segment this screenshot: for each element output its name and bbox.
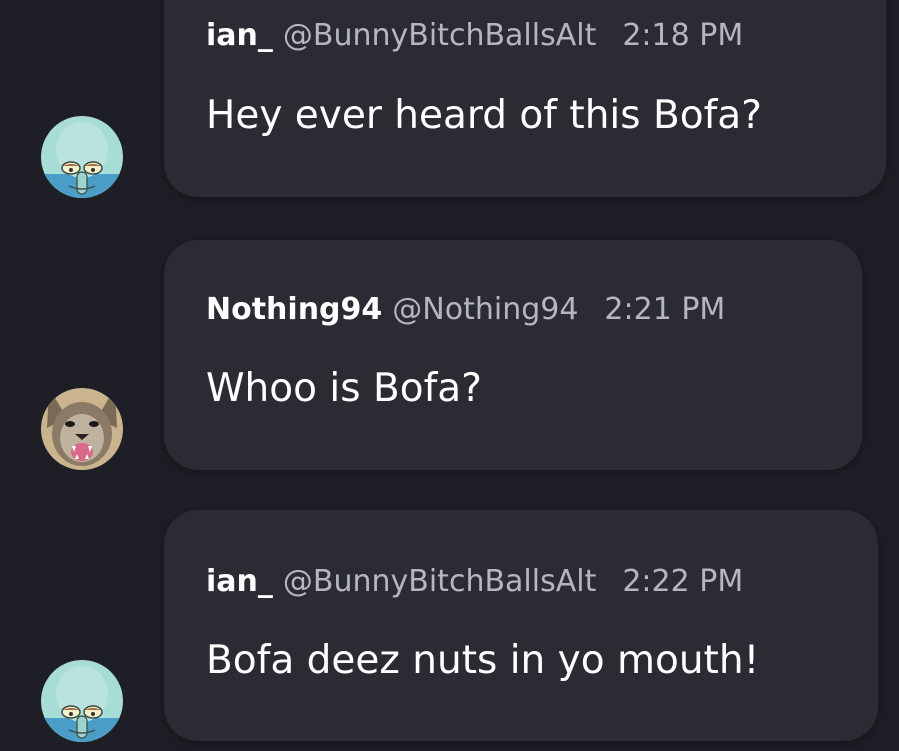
- author-name[interactable]: ian_: [206, 18, 273, 53]
- author-handle[interactable]: @BunnyBitchBallsAlt: [283, 564, 596, 599]
- message-bubble[interactable]: ian_ @BunnyBitchBallsAlt 2:22 PM Bofa deez…: [164, 510, 878, 741]
- chat-message: ian_ @BunnyBitchBallsAlt 2:22 PM Bofa deez…: [0, 510, 899, 751]
- author-handle[interactable]: @BunnyBitchBallsAlt: [283, 18, 596, 53]
- chat-thread: ian_ @BunnyBitchBallsAlt 2:18 PM Hey ever …: [0, 0, 899, 751]
- message-header: ian_ @BunnyBitchBallsAlt 2:22 PM: [206, 564, 743, 599]
- author-handle[interactable]: @Nothing94: [392, 292, 578, 327]
- message-header: ian_ @BunnyBitchBallsAlt 2:18 PM: [206, 18, 743, 53]
- message-text: Bofa deez nuts in yo mouth!: [206, 638, 760, 683]
- chat-message: ian_ @BunnyBitchBallsAlt 2:18 PM Hey ever …: [0, 0, 899, 240]
- chat-message: Nothing94 @Nothing94 2:21 PM Whoo is Bofa?: [0, 240, 899, 480]
- squidward-avatar[interactable]: [41, 116, 123, 198]
- message-text: Whoo is Bofa?: [206, 366, 482, 411]
- message-text: Hey ever heard of this Bofa?: [206, 93, 762, 138]
- author-name[interactable]: ian_: [206, 564, 273, 599]
- message-header: Nothing94 @Nothing94 2:21 PM: [206, 292, 725, 327]
- squidward-avatar[interactable]: [41, 660, 123, 742]
- message-bubble[interactable]: ian_ @BunnyBitchBallsAlt 2:18 PM Hey ever …: [164, 0, 886, 197]
- message-timestamp: 2:18 PM: [622, 18, 744, 53]
- message-bubble[interactable]: Nothing94 @Nothing94 2:21 PM Whoo is Bofa?: [164, 240, 862, 470]
- wildcat-avatar[interactable]: [41, 388, 123, 470]
- author-name[interactable]: Nothing94: [206, 292, 382, 327]
- message-timestamp: 2:21 PM: [604, 292, 726, 327]
- message-timestamp: 2:22 PM: [622, 564, 744, 599]
